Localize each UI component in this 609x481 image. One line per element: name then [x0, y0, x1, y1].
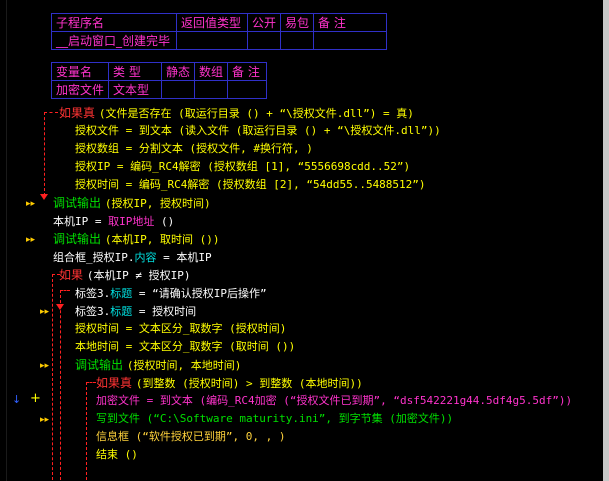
keyword-debug-output: 调试输出: [75, 358, 124, 372]
keyword-if-true: 如果真: [59, 106, 96, 120]
subroutine-header-row: 子程序名 返回值类型 公开 易包 备 注: [51, 13, 388, 32]
code-line-13[interactable]: 授权时间 = 文本区分_取数字 (授权时间): [75, 320, 286, 338]
code-expr: = 授权时间: [132, 305, 197, 318]
header-subroutine-name: 子程序名: [51, 13, 177, 32]
code-expr: (本机IP, 取时间 ()): [104, 233, 220, 246]
keyword-debug-output: 调试输出: [53, 196, 102, 210]
editor-gutter: [6, 0, 7, 481]
variable-table: 变量名 类 型 静态 数组 备 注 加密文件 文本型: [50, 62, 268, 99]
code-line-3[interactable]: 授权数组 = 分割文本 (授权文件, #换行符, ): [75, 140, 313, 158]
header-array: 数组: [194, 62, 229, 81]
code-line-9[interactable]: 组合框_授权IP.内容 = 本机IP: [53, 248, 212, 266]
subroutine-row[interactable]: __启动窗口_创建完毕: [51, 31, 388, 50]
code-line-4[interactable]: 授权IP = 编码_RC4解密 (授权数组 [1], “5556698cdd..…: [75, 158, 410, 176]
code-line-10[interactable]: 如果 (本机IP ≠ 授权IP): [59, 266, 190, 284]
variable-row[interactable]: 加密文件 文本型: [50, 80, 268, 99]
flow-line: [52, 274, 53, 480]
code-line-7[interactable]: 本机IP = 取IP地址 (): [53, 212, 174, 230]
code-line-15[interactable]: 调试输出 (授权时间, 本地时间): [75, 356, 241, 374]
code-line-17[interactable]: 加密文件 = 到文本 (编码_RC4加密 (“授权文件已到期”, “dsf542…: [96, 392, 572, 410]
keyword-if: 如果: [59, 268, 84, 282]
flow-line: [86, 382, 87, 480]
keyword-if-true: 如果真: [96, 376, 133, 390]
code-line-16[interactable]: 如果真 (到整数 (授权时间) > 到整数 (本地时间)): [96, 374, 363, 392]
code-line-18[interactable]: 写到文件 (“C:\Software maturity.ini”, 到字节集 (…: [96, 410, 453, 428]
variable-header-row: 变量名 类 型 静态 数组 备 注: [50, 62, 268, 81]
header-var-type: 类 型: [108, 62, 163, 81]
flow-line: [44, 112, 45, 196]
var-type-cell[interactable]: 文本型: [108, 80, 163, 99]
var-name-cell[interactable]: 加密文件: [50, 80, 110, 99]
code-prop: 标题: [110, 305, 133, 318]
code-expr: 组合框_授权IP.: [53, 251, 135, 264]
epackage-cell[interactable]: [280, 31, 315, 50]
var-remark-cell[interactable]: [227, 80, 268, 99]
flow-arrow-icon: [56, 304, 64, 310]
vertical-scrollbar[interactable]: [603, 0, 609, 481]
keyword-debug-output: 调试输出: [53, 232, 102, 246]
flow-line: [60, 290, 61, 480]
flow-arrow-icon: [40, 194, 48, 200]
code-line-20[interactable]: 结束 (): [96, 446, 138, 464]
code-prop: 内容: [134, 251, 157, 264]
public-cell[interactable]: [246, 31, 282, 50]
code-prop: 标题: [110, 287, 133, 300]
var-static-cell[interactable]: [161, 80, 196, 99]
code-expr: (授权IP, 授权时间): [104, 197, 211, 210]
code-expr: 标签3.: [75, 287, 111, 300]
code-expr: (文件是否存在 (取运行目录 () + “\授权文件.dll”) = 真): [98, 107, 414, 120]
breakpoint-marker-icon[interactable]: ▸▸: [26, 236, 35, 245]
flow-line: [86, 382, 96, 383]
code-expr: = 本机IP: [156, 251, 212, 264]
code-line-8[interactable]: 调试输出 (本机IP, 取时间 ()): [53, 230, 219, 248]
header-var-name: 变量名: [50, 62, 110, 81]
header-var-remark: 备 注: [227, 62, 268, 81]
breakpoint-marker-icon[interactable]: ▸▸: [40, 362, 49, 371]
header-remark: 备 注: [313, 13, 388, 32]
return-type-cell[interactable]: [176, 31, 248, 50]
code-line-6[interactable]: 调试输出 (授权IP, 授权时间): [53, 194, 211, 212]
code-line-19[interactable]: 信息框 (“软件授权已到期”, 0, , ): [96, 428, 285, 446]
code-expr: 本机IP =: [53, 215, 109, 228]
code-line-11[interactable]: 标签3.标题 = “请确认授权IP后操作”: [75, 284, 267, 302]
code-expr: = “请确认授权IP后操作”: [132, 287, 267, 300]
header-return-type: 返回值类型: [176, 13, 248, 32]
code-expr: 标签3.: [75, 305, 111, 318]
breakpoint-marker-icon[interactable]: ▸▸: [40, 416, 49, 425]
var-array-cell[interactable]: [194, 80, 229, 99]
code-line-5[interactable]: 授权时间 = 编码_RC4解密 (授权数组 [2], “54dd55..5488…: [75, 176, 426, 194]
breakpoint-marker-icon[interactable]: ▸▸: [40, 308, 49, 317]
add-line-icon[interactable]: +: [30, 391, 41, 406]
flow-line: [44, 112, 58, 113]
subroutine-table: 子程序名 返回值类型 公开 易包 备 注 __启动窗口_创建完毕: [51, 13, 388, 50]
code-expr: (授权时间, 本地时间): [126, 359, 242, 372]
code-line-1[interactable]: 如果真 (文件是否存在 (取运行目录 () + “\授权文件.dll”) = 真…: [59, 104, 414, 122]
breakpoint-marker-icon[interactable]: ▸▸: [26, 200, 35, 209]
code-expr: (到整数 (授权时间) > 到整数 (本地时间)): [135, 377, 363, 390]
current-line-arrow-icon: ↓: [12, 393, 22, 406]
flow-line: [60, 290, 70, 291]
code-func: 取IP地址: [108, 215, 155, 228]
code-line-14[interactable]: 本地时间 = 文本区分_取数字 (取时间 ()): [75, 338, 295, 356]
header-epackage: 易包: [280, 13, 315, 32]
header-static: 静态: [161, 62, 196, 81]
subroutine-name-cell[interactable]: __启动窗口_创建完毕: [51, 31, 177, 50]
code-expr: (本机IP ≠ 授权IP): [86, 269, 191, 282]
code-expr: (): [154, 215, 175, 228]
remark-cell[interactable]: [313, 31, 388, 50]
header-public: 公开: [246, 13, 282, 32]
code-line-12[interactable]: 标签3.标题 = 授权时间: [75, 302, 196, 320]
code-line-2[interactable]: 授权文件 = 到文本 (读入文件 (取运行目录 () + “\授权文件.dll”…: [75, 122, 441, 140]
